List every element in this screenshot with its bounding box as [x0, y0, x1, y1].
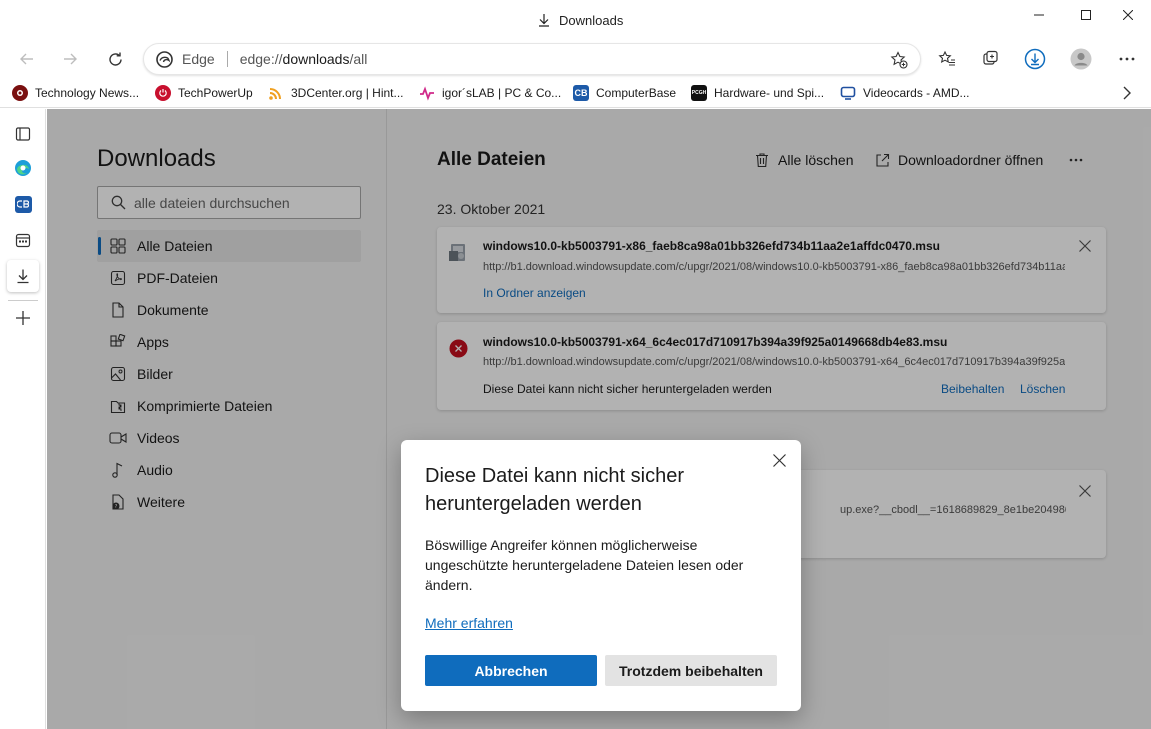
- site-label: Edge: [182, 51, 215, 67]
- tab-panel-icon: [15, 126, 31, 142]
- address-bar[interactable]: Edge edge://downloads/all: [143, 43, 921, 75]
- favorites-icon: [938, 50, 956, 68]
- favorite-label: TechPowerUp: [178, 86, 253, 100]
- rss-icon: [268, 85, 284, 101]
- computerbase-logo-icon: [14, 195, 32, 213]
- dialog-message: Böswillige Angreifer können möglicherwei…: [425, 537, 744, 593]
- plus-icon: [15, 310, 31, 326]
- tab-downloads-active[interactable]: [7, 260, 39, 292]
- add-favorite-icon[interactable]: [890, 51, 908, 69]
- favorite-label: 3DCenter.org | Hint...: [291, 86, 404, 100]
- favorite-label: Videocards - AMD...: [863, 86, 970, 100]
- pcgh-logo-icon: PCGH: [691, 85, 707, 101]
- favorite-label: Hardware- und Spi...: [714, 86, 825, 100]
- pulse-icon: [419, 85, 435, 101]
- window-title: Downloads: [537, 10, 623, 30]
- download-icon: [15, 268, 31, 284]
- dialog-close-button[interactable]: [767, 448, 791, 472]
- favorite-item[interactable]: PCGH Hardware- und Spi...: [691, 82, 824, 104]
- computerbase-logo-icon: CB: [573, 85, 589, 101]
- keep-anyway-button[interactable]: Trotzdem beibehalten: [605, 655, 777, 686]
- close-icon: [772, 453, 786, 467]
- settings-menu-button[interactable]: [1112, 44, 1142, 74]
- camera-lens-icon: [12, 85, 28, 101]
- download-icon: [537, 13, 551, 27]
- favorite-label: Technology News...: [35, 86, 140, 100]
- tab-divider: [8, 300, 38, 301]
- tab-computerbase[interactable]: [7, 188, 39, 220]
- url-scheme: edge://: [239, 51, 283, 67]
- favorite-item[interactable]: CB ComputerBase: [573, 82, 676, 104]
- refresh-icon: [107, 51, 124, 68]
- favorites-button[interactable]: [932, 44, 962, 74]
- chevron-right-icon: [1122, 86, 1132, 100]
- close-window-button[interactable]: [1105, 0, 1151, 30]
- edge-logo-icon: [14, 159, 32, 177]
- favorite-item[interactable]: TechPowerUp: [155, 82, 253, 104]
- maximize-button[interactable]: [1063, 0, 1109, 30]
- url-text: edge://downloads/all: [240, 51, 368, 67]
- favorites-overflow-button[interactable]: [1122, 82, 1132, 104]
- tab-actions-button[interactable]: [7, 118, 39, 150]
- window-title-text: Downloads: [559, 12, 624, 28]
- minimize-button[interactable]: [1016, 0, 1062, 30]
- arrow-right-icon: [62, 51, 78, 67]
- favorite-label: ComputerBase: [596, 86, 677, 100]
- cancel-button[interactable]: Abbrechen: [425, 655, 597, 686]
- power-icon: [155, 85, 171, 101]
- calendar-icon: [15, 232, 31, 248]
- collections-button[interactable]: [976, 44, 1006, 74]
- favorite-item[interactable]: 3DCenter.org | Hint...: [268, 82, 404, 104]
- tab-calendar[interactable]: [7, 224, 39, 256]
- downloads-button[interactable]: [1020, 44, 1050, 74]
- forward-button[interactable]: [55, 44, 85, 74]
- title-bar: Downloads: [0, 0, 1151, 40]
- download-circle-icon: [1024, 48, 1046, 70]
- more-horizontal-icon: [1119, 57, 1135, 61]
- favorite-item[interactable]: Technology News...: [12, 82, 139, 104]
- monitor-icon: [840, 85, 856, 101]
- collections-icon: [982, 50, 1000, 68]
- learn-more-link[interactable]: Mehr erfahren: [425, 615, 513, 631]
- favorites-bar: Technology News... TechPowerUp 3DCenter.…: [0, 78, 1151, 108]
- arrow-left-icon: [19, 51, 35, 67]
- unsafe-download-dialog: Diese Datei kann nicht sicher herunterge…: [401, 440, 801, 711]
- back-button[interactable]: [12, 44, 42, 74]
- favorite-item[interactable]: igor´sLAB | PC & Co...: [419, 82, 561, 104]
- refresh-button[interactable]: [100, 44, 130, 74]
- avatar: [1070, 48, 1092, 70]
- url-host: downloads: [282, 51, 350, 67]
- vertical-tab-strip: [0, 109, 46, 729]
- favorite-label: igor´sLAB | PC & Co...: [442, 86, 562, 100]
- new-tab-button[interactable]: [7, 302, 39, 334]
- navigation-bar: Edge edge://downloads/all: [0, 40, 1151, 78]
- url-path: /all: [349, 51, 368, 67]
- address-separator: [226, 51, 228, 67]
- dialog-title: Diese Datei kann nicht sicher herunterge…: [425, 465, 685, 515]
- profile-button[interactable]: [1066, 44, 1096, 74]
- edge-logo-icon: [156, 51, 173, 68]
- tab-edge[interactable]: [7, 152, 39, 184]
- favorite-item[interactable]: Videocards - AMD...: [840, 82, 970, 104]
